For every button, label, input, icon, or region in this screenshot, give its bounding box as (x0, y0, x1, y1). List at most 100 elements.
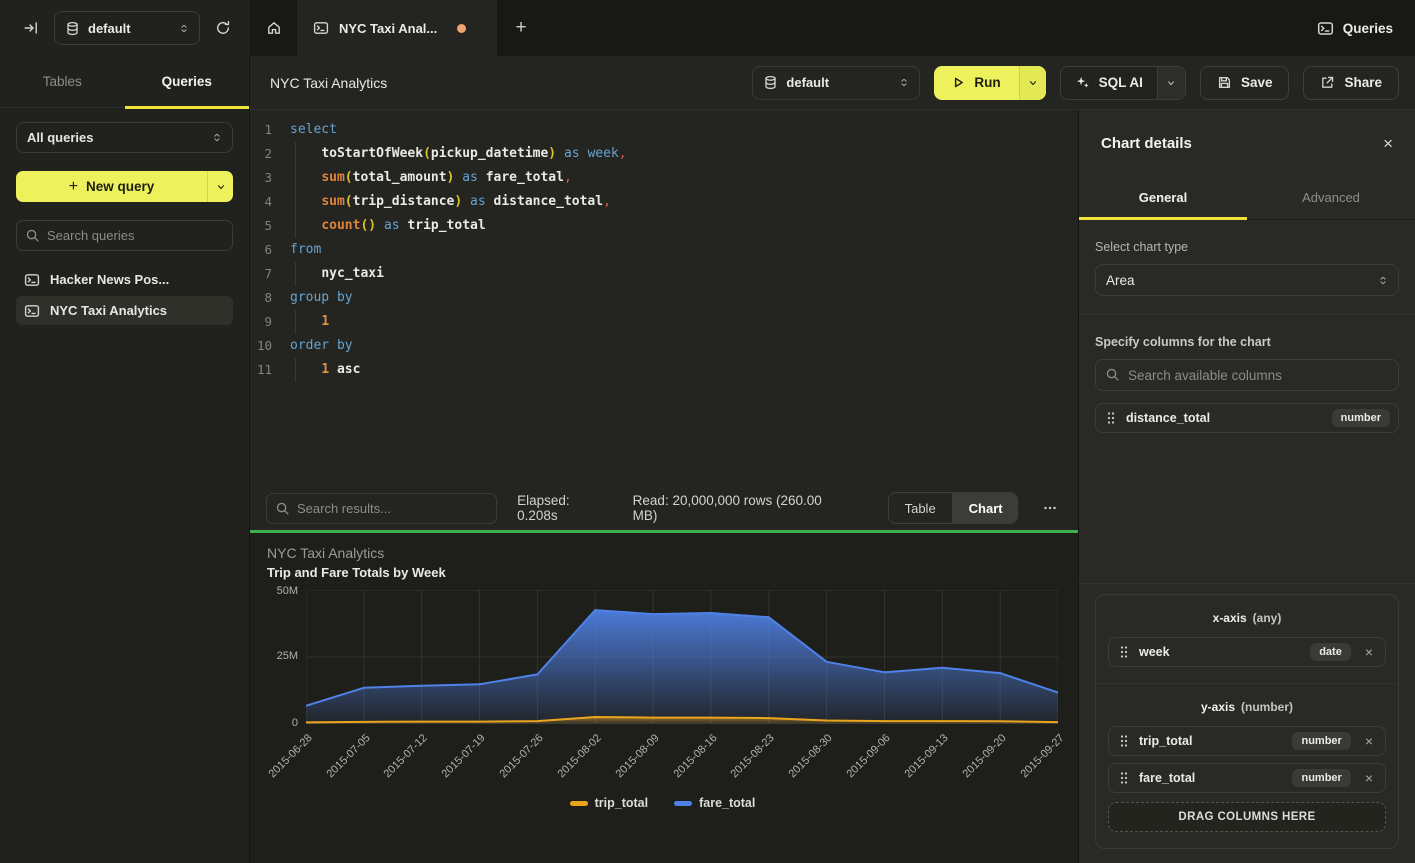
sql-editor[interactable]: 1select2 toStartOfWeek(pickup_datetime) … (250, 110, 1078, 486)
tab-queries-label: Queries (162, 74, 212, 89)
search-icon (25, 228, 40, 243)
view-table-button[interactable]: Table (889, 493, 952, 523)
collapse-sidebar-button[interactable] (18, 15, 44, 41)
x-axis-section: x-axis(any) week date × (1096, 595, 1398, 683)
tab-general-label: General (1139, 190, 1187, 205)
topbar: default NYC Taxi Anal... (0, 0, 1415, 56)
x-axis-label: 2015-08-09 (613, 732, 661, 780)
chart-type-label: Select chart type (1095, 240, 1399, 254)
x-axis-labels: 2015-06-282015-07-052015-07-122015-07-19… (267, 724, 1058, 790)
sql-console-app: default NYC Taxi Anal... (0, 0, 1415, 863)
column-type-badge: number (1292, 732, 1350, 750)
query-terminal-icon (313, 20, 329, 36)
run-button[interactable]: Run (934, 66, 1045, 100)
new-query-caret[interactable] (207, 171, 233, 202)
database-selector[interactable]: default (54, 11, 200, 45)
legend-swatch (674, 801, 692, 806)
sidebar: Tables Queries All queries + New query (0, 56, 250, 863)
share-button[interactable]: Share (1303, 66, 1399, 100)
column-name: fare_total (1139, 771, 1282, 785)
query-filter-value: All queries (27, 130, 204, 145)
column-name: distance_total (1126, 411, 1322, 425)
code-line: 3 sum(total_amount) as fare_total, (250, 166, 1078, 190)
tab-advanced-label: Advanced (1302, 190, 1360, 205)
axes-area: x-axis(any) week date × y-axi (1079, 583, 1415, 863)
x-axis-label: 2015-08-02 (555, 732, 603, 780)
new-query-main[interactable]: + New query (16, 171, 207, 202)
y-axis-column-trip-total[interactable]: trip_total number × (1108, 726, 1386, 756)
panel-title: Chart details (1101, 135, 1192, 152)
close-icon: × (1383, 134, 1393, 153)
x-axis-label: x-axis (1213, 611, 1247, 625)
home-icon (266, 20, 282, 36)
query-filter-select[interactable]: All queries (16, 122, 233, 153)
save-button[interactable]: Save (1200, 66, 1290, 100)
query-item-hacker-news[interactable]: Hacker News Pos... (16, 265, 233, 294)
y-axis-labels: 50M 25M 0 (267, 590, 306, 724)
queries-button-label: Queries (1343, 21, 1393, 36)
x-axis-label: 2015-07-12 (382, 732, 430, 780)
columns-section: Specify columns for the chart distance_t… (1079, 314, 1415, 451)
close-panel-button[interactable]: × (1383, 135, 1393, 152)
drag-columns-dropzone[interactable]: DRAG COLUMNS HERE (1108, 802, 1386, 832)
x-axis-label: 2015-09-06 (845, 732, 893, 780)
search-results-input[interactable] (266, 493, 497, 524)
y-axis-section: y-axis (number) trip_total number × (1096, 683, 1398, 848)
x-axis-column-week[interactable]: week date × (1108, 637, 1386, 667)
chevron-down-icon (1166, 78, 1176, 88)
sql-ai-main[interactable]: SQL AI (1061, 67, 1157, 99)
x-axis-label: 2015-08-23 (729, 732, 777, 780)
remove-column-button[interactable]: × (1361, 734, 1377, 748)
view-switcher: Table Chart (888, 492, 1018, 524)
search-queries-input[interactable] (16, 220, 233, 251)
x-axis-label: 2015-09-20 (960, 732, 1008, 780)
y-tick: 50M (277, 585, 298, 597)
tab-general[interactable]: General (1079, 176, 1247, 219)
sql-ai-button[interactable]: SQL AI (1060, 66, 1186, 100)
available-column-distance-total[interactable]: distance_total number (1095, 403, 1399, 433)
run-label: Run (974, 75, 1000, 90)
drag-grip-icon (1119, 734, 1129, 748)
refresh-button[interactable] (210, 15, 236, 41)
home-tab[interactable] (250, 0, 297, 56)
search-columns-input[interactable] (1095, 359, 1399, 391)
new-query-button[interactable]: + New query (16, 171, 233, 202)
remove-column-button[interactable]: × (1361, 645, 1377, 659)
chevron-updown-icon (179, 22, 189, 35)
run-button-main[interactable]: Run (934, 66, 1018, 100)
chart-type-select[interactable]: Area (1095, 264, 1399, 296)
panel-tabs: General Advanced (1079, 176, 1415, 220)
run-options-caret[interactable] (1019, 66, 1046, 100)
more-options-button[interactable] (1038, 496, 1062, 520)
legend-swatch (570, 801, 588, 806)
tab-nyc-taxi-analytics[interactable]: NYC Taxi Anal... (297, 0, 497, 56)
tab-tables[interactable]: Tables (0, 56, 125, 107)
code-line: 4 sum(trip_distance) as distance_total, (250, 190, 1078, 214)
database-selector-value: default (88, 21, 171, 36)
axes-card: x-axis(any) week date × y-axi (1095, 594, 1399, 849)
new-tab-button[interactable]: + (497, 0, 545, 56)
x-axis-label: 2015-07-26 (498, 732, 546, 780)
drag-grip-icon (1119, 645, 1129, 659)
y-axis-hint: (number) (1241, 700, 1293, 714)
remove-column-button[interactable]: × (1361, 771, 1377, 785)
y-axis-label: y-axis (1201, 700, 1235, 714)
queries-button[interactable]: Queries (1317, 20, 1393, 37)
database-selector[interactable]: default (752, 66, 920, 100)
legend-item-trip_total[interactable]: trip_total (570, 796, 648, 810)
view-chart-button[interactable]: Chart (952, 493, 1018, 523)
legend-item-fare_total[interactable]: fare_total (674, 796, 755, 810)
new-query-label: New query (86, 179, 154, 194)
tab-queries[interactable]: Queries (125, 56, 250, 107)
workarea: 1select2 toStartOfWeek(pickup_datetime) … (250, 110, 1078, 863)
code-line: 8group by (250, 286, 1078, 310)
search-queries-box (16, 220, 233, 251)
sql-ai-caret[interactable] (1157, 67, 1185, 99)
tab-label: NYC Taxi Anal... (339, 21, 437, 36)
tab-advanced[interactable]: Advanced (1247, 176, 1415, 219)
query-item-nyc-taxi[interactable]: NYC Taxi Analytics (16, 296, 233, 325)
column-type-badge: date (1310, 643, 1351, 661)
y-axis-column-fare-total[interactable]: fare_total number × (1108, 763, 1386, 793)
query-title: NYC Taxi Analytics (270, 75, 752, 91)
query-header: NYC Taxi Analytics default Run (250, 56, 1415, 110)
